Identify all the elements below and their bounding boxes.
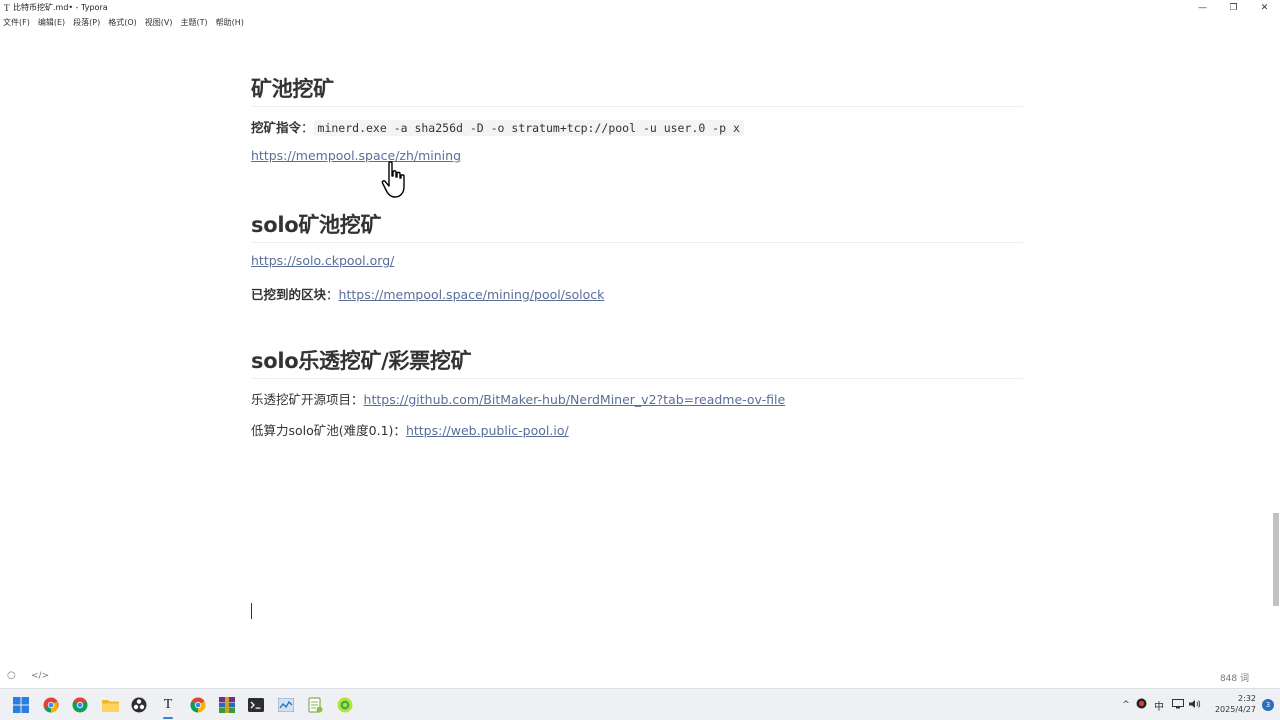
file-explorer-icon[interactable] [101,696,119,714]
lottery-project-label: 乐透挖矿开源项目 [251,392,352,407]
menu-theme[interactable]: 主题(T) [180,17,207,28]
source-code-mode-icon[interactable]: </> [31,671,49,681]
paragraph-mining-command: 挖矿指令： minerd.exe -a sha256d -D -o stratum… [251,117,744,136]
link-mempool-mining[interactable]: https://mempool.space/zh/mining [251,148,461,163]
menu-file[interactable]: 文件(F) [3,17,30,28]
vertical-scrollbar[interactable] [1272,29,1280,660]
windows-start-icon[interactable] [12,696,30,714]
typora-taskbar-icon[interactable]: T [159,696,177,714]
terminal-icon[interactable] [247,696,265,714]
window-controls: — ❐ ✕ [1187,0,1280,15]
separator: ： [326,287,339,302]
scrollbar-thumb[interactable] [1273,513,1279,606]
green-app-icon[interactable] [336,696,354,714]
system-tray: ^ 中 [1120,689,1201,720]
low-hashrate-label: 低算力solo矿池(难度0.1) [251,423,394,438]
maximize-button[interactable]: ❐ [1218,0,1249,15]
active-app-indicator [163,717,173,719]
link-mempool-solock[interactable]: https://mempool.space/mining/pool/solock [339,287,605,302]
close-button[interactable]: ✕ [1249,0,1280,15]
chrome-secondary-icon[interactable] [189,696,207,714]
menu-paragraph[interactable]: 段落(P) [73,17,100,28]
word-count[interactable]: 848 词 [1220,671,1249,684]
tray-app-icon[interactable] [1136,698,1147,712]
text-caret [251,603,252,619]
paragraph-mined-blocks: 已挖到的区块：https://mempool.space/mining/pool… [251,284,604,303]
notepad-plus-plus-icon[interactable] [306,696,324,714]
network-icon[interactable] [1172,698,1184,712]
outline-toggle-icon[interactable]: ○ [7,670,16,681]
chrome-icon[interactable] [42,696,60,714]
tray-overflow-chevron-icon[interactable]: ^ [1120,700,1132,710]
winrar-icon[interactable] [218,696,236,714]
menu-view[interactable]: 视图(V) [145,17,173,28]
link-solo-ckpool[interactable]: https://solo.ckpool.org/ [251,253,394,268]
mined-blocks-label: 已挖到的区块 [251,287,327,302]
system-clock[interactable]: 2:32 2025/4/27 [1215,693,1256,715]
link-public-pool[interactable]: https://web.public-pool.io/ [406,423,569,438]
menu-edit[interactable]: 编辑(E) [38,17,65,28]
menu-bar: 文件(F) 编辑(E) 段落(P) 格式(O) 视图(V) 主题(T) 帮助(H… [0,15,252,29]
link-nerdminer-github[interactable]: https://github.com/BitMaker-hub/NerdMine… [364,392,786,407]
typora-app-icon: T [4,2,10,13]
paragraph-lottery-project: 乐透挖矿开源项目：https://github.com/BitMaker-hub… [251,389,785,408]
obs-studio-icon[interactable] [130,696,148,714]
separator: ： [393,423,406,438]
notification-badge[interactable]: 3 [1262,699,1274,711]
mining-command-code: minerd.exe -a sha256d -D -o stratum+tcp:… [313,120,744,136]
status-bar: ○ </> 848 词 [0,668,1280,688]
heading-solo-pool-mining: solo矿池挖矿 [251,209,1023,243]
mining-command-label: 挖矿指令 [251,120,302,135]
minimize-button[interactable]: — [1187,0,1218,15]
resource-monitor-icon[interactable] [277,696,295,714]
editor-area[interactable]: 矿池挖矿 挖矿指令： minerd.exe -a sha256d -D -o st… [251,29,1023,660]
separator: ： [351,392,364,407]
paragraph-link-mempool-mining: https://mempool.space/zh/mining [251,148,461,163]
paragraph-low-hashrate-pool: 低算力solo矿池(难度0.1)：https://web.public-pool… [251,420,569,439]
separator: ： [301,120,314,135]
menu-help[interactable]: 帮助(H) [216,17,244,28]
clock-date: 2025/4/27 [1214,705,1256,714]
ime-language-indicator[interactable]: 中 [1154,698,1164,713]
window-title: 比特币挖矿.md• - Typora [13,3,108,12]
chrome-profile-icon[interactable] [71,696,89,714]
volume-icon[interactable] [1189,699,1201,712]
title-bar: T 比特币挖矿.md• - Typora — ❐ ✕ [0,0,1280,15]
taskbar: T ^ 中 2:32 2025/4/27 3 [0,688,1280,720]
heading-pool-mining: 矿池挖矿 [251,73,1023,107]
heading-solo-lottery-mining: solo乐透挖矿/彩票挖矿 [251,345,1023,379]
menu-format[interactable]: 格式(O) [108,17,137,28]
paragraph-link-ckpool: https://solo.ckpool.org/ [251,253,394,268]
clock-time: 2:32 [1238,694,1256,703]
